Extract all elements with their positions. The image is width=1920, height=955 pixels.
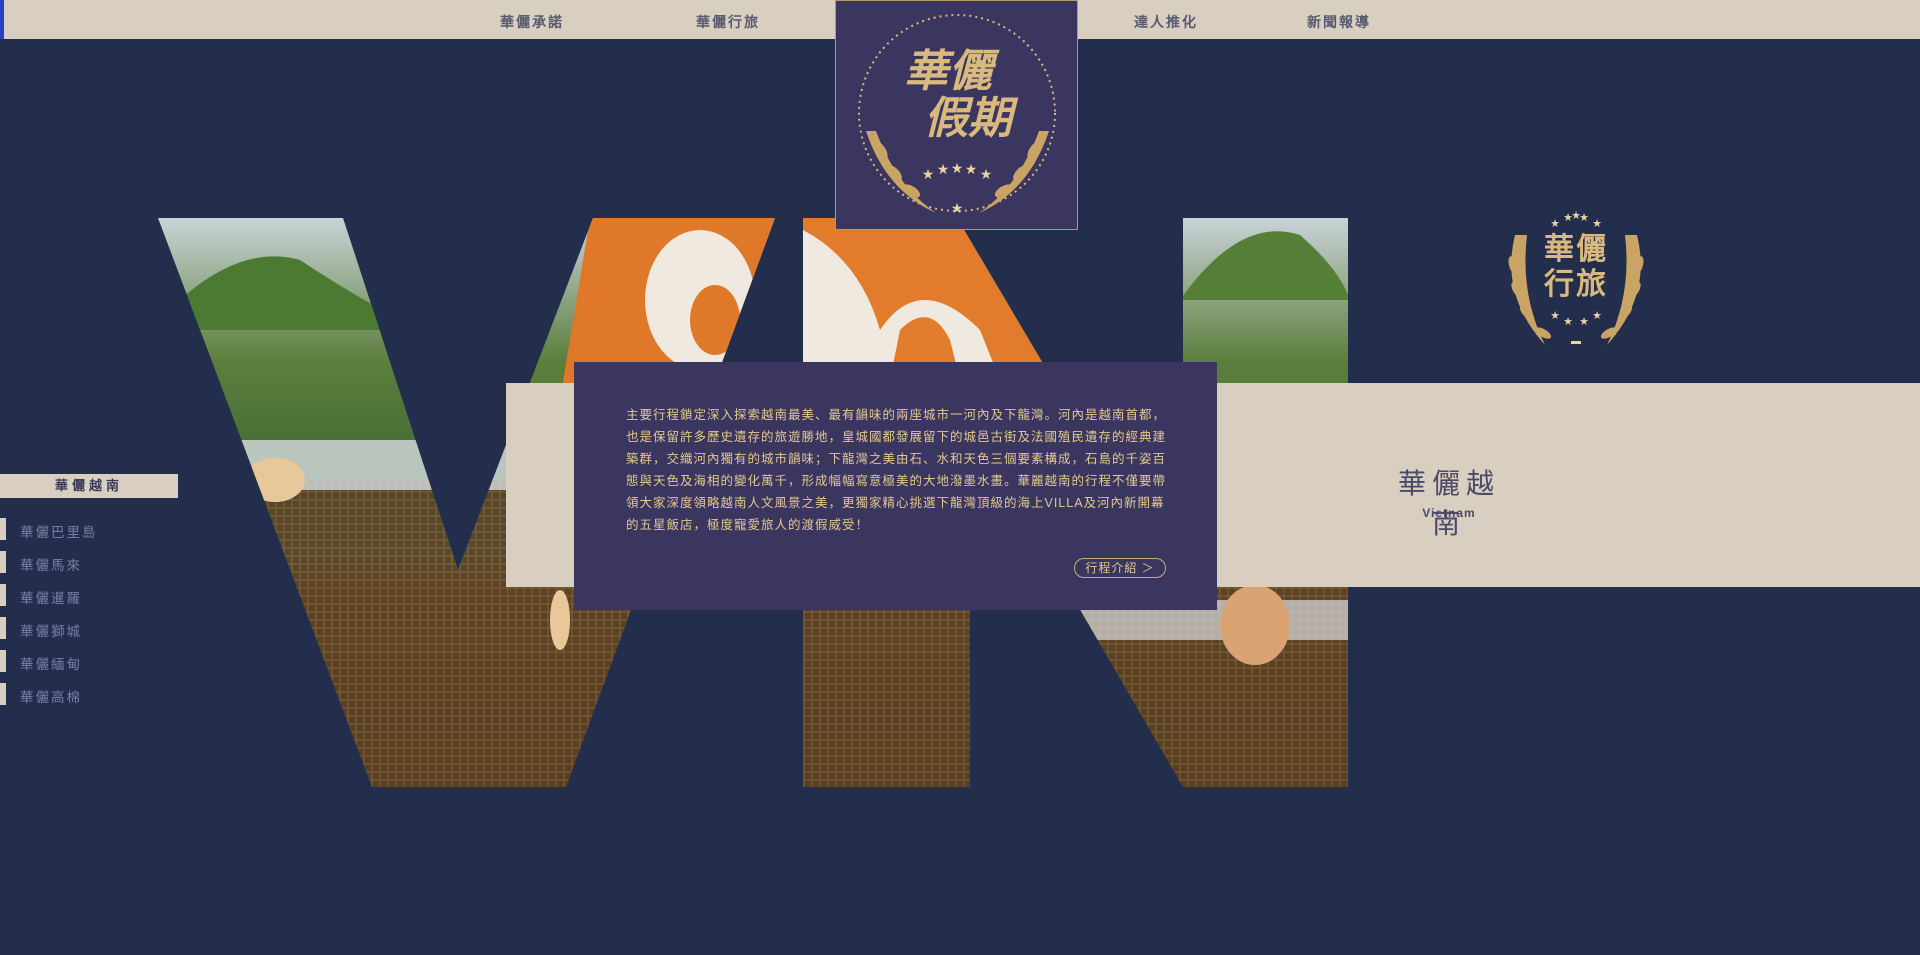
itinerary-info-box: 主要行程鎖定深入探索越南最美、最有韻味的兩座城市一河內及下龍灣。河內是越南首都，… <box>574 362 1217 610</box>
svg-text:★: ★ <box>951 160 964 176</box>
sidebar-item-cambodia[interactable]: 華儷高棉 <box>0 683 178 705</box>
svg-text:★: ★ <box>965 161 978 177</box>
sidebar-item-marker <box>0 650 6 672</box>
svg-text:★: ★ <box>1563 316 1573 328</box>
sidebar-item-marker <box>0 584 6 606</box>
svg-text:★: ★ <box>1592 218 1602 230</box>
sidebar-item-siam[interactable]: 華儷暹羅 <box>0 584 178 606</box>
emblem-text: 華儷 行旅 <box>1540 232 1612 302</box>
itinerary-description: 主要行程鎖定深入探索越南最美、最有韻味的兩座城市一河內及下龍灣。河內是越南首都，… <box>626 408 1167 532</box>
svg-text:★: ★ <box>951 200 964 216</box>
sidebar-item-label: 華儷巴里島 <box>20 525 98 540</box>
svg-text:★: ★ <box>937 161 950 177</box>
svg-text:★: ★ <box>1579 316 1589 328</box>
sidebar-item-marker <box>0 683 6 705</box>
sidebar-item-vietnam[interactable]: 華儷越南 <box>0 474 178 498</box>
sidebar-item-marker <box>0 551 6 573</box>
sidebar-item-marker <box>0 617 6 639</box>
svg-text:★: ★ <box>922 166 935 182</box>
sidebar-item-label: 華儷暹羅 <box>20 591 82 606</box>
svg-text:★: ★ <box>1550 218 1560 230</box>
sidebar-item-label: 華儷緬甸 <box>20 657 82 672</box>
itinerary-button[interactable]: 行程介紹 ＞ <box>1074 558 1166 578</box>
sidebar-item-label: 華儷馬來 <box>20 558 82 573</box>
logo-line-1: 華儷 <box>904 46 992 97</box>
logo-line-2: 假期 <box>924 93 1012 144</box>
sidebar-item-singapore[interactable]: 華儷獅城 <box>0 617 178 639</box>
sidebar-item-bali[interactable]: 華儷巴里島 <box>0 518 178 540</box>
emblem-line-2: 行旅 <box>1544 267 1608 302</box>
brand-logo[interactable]: ★ ★ ★ ★ ★ ★ 華儷 假期 <box>835 0 1078 230</box>
sidebar-item-label: 華儷獅城 <box>20 624 82 639</box>
region-subtitle: Vietnam <box>1422 506 1476 520</box>
svg-text:★: ★ <box>1592 310 1602 322</box>
svg-text:★: ★ <box>1550 310 1560 322</box>
svg-text:★: ★ <box>980 166 993 182</box>
sidebar-item-myanmar[interactable]: 華儷緬甸 <box>0 650 178 672</box>
emblem-line-1: 華儷 <box>1544 232 1608 267</box>
sidebar-item-label: 華儷高棉 <box>20 690 82 705</box>
region-title: 華儷越南 <box>1397 468 1500 539</box>
svg-text:★: ★ <box>1579 212 1589 224</box>
sidebar-item-malaysia[interactable]: 華儷馬來 <box>0 551 178 573</box>
sidebar-item-marker <box>0 518 6 540</box>
